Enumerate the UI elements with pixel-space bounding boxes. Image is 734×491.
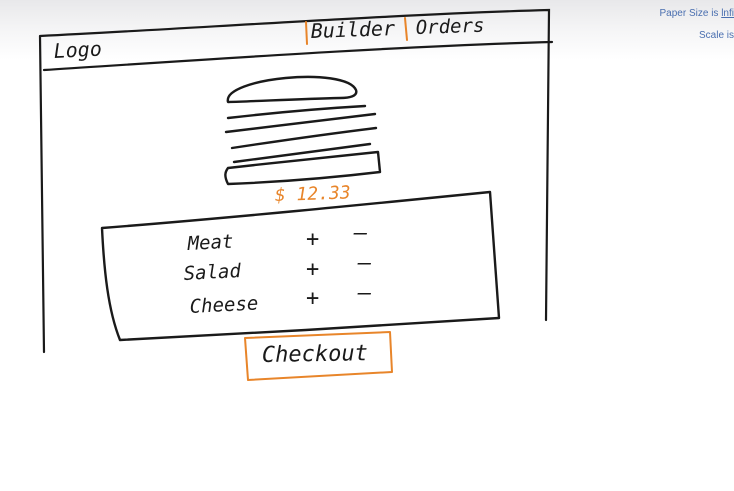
- add-cheese-button[interactable]: +: [306, 286, 319, 311]
- burger-layer: [226, 104, 367, 120]
- remove-cheese-button[interactable]: –: [357, 281, 371, 306]
- nav-tab-orders-label: Orders: [415, 15, 484, 39]
- add-meat-button[interactable]: +: [306, 227, 319, 252]
- nav-tab-orders[interactable]: Orders: [415, 15, 484, 39]
- add-salad-button[interactable]: +: [306, 257, 319, 282]
- logo[interactable]: Logo: [53, 37, 102, 63]
- price-label: $ 12.33: [274, 182, 351, 206]
- ingredient-row-meat: Meat + –: [186, 221, 367, 255]
- nav-tab-builder[interactable]: Builder: [310, 16, 395, 43]
- header-divider: [42, 40, 554, 72]
- remove-salad-button[interactable]: –: [357, 251, 371, 276]
- burger-top-bun: [226, 75, 358, 104]
- remove-meat-button[interactable]: –: [353, 221, 367, 246]
- build-controls-panel: [100, 190, 501, 342]
- burger-bottom-bun: [224, 150, 382, 186]
- ingredient-label: Salad: [183, 260, 242, 285]
- ingredient-row-cheese: Cheese + –: [189, 281, 371, 318]
- wireframe-sketch: Logo Builder Orders $ 12.33 Meat + – Sal…: [38, 8, 554, 381]
- checkout-button-label: Checkout: [262, 341, 368, 368]
- checkout-button[interactable]: Checkout: [244, 331, 393, 381]
- ingredient-label: Meat: [186, 231, 234, 255]
- nav-tab-builder-label: Builder: [310, 16, 395, 43]
- ingredient-label: Cheese: [189, 292, 259, 318]
- ingredient-row-salad: Salad + –: [183, 251, 371, 285]
- burger-preview: [224, 75, 382, 186]
